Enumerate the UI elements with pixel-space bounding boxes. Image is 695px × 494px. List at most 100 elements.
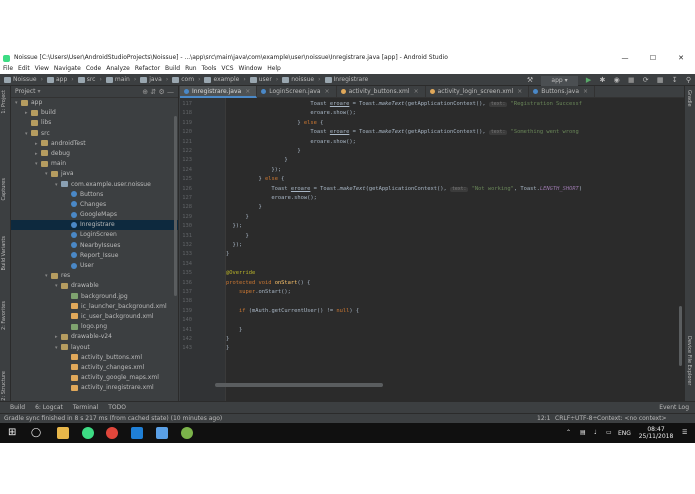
code-line[interactable]: super.onStart(); <box>226 288 676 297</box>
tree-item[interactable]: activity_changes.xml <box>11 363 178 373</box>
tree-item[interactable]: NearbyIssues <box>11 241 178 251</box>
code-line[interactable]: } <box>226 147 676 156</box>
code-line[interactable]: } else { <box>226 175 676 184</box>
menu-navigate[interactable]: Navigate <box>54 65 81 72</box>
code-line[interactable]: Toast eroare = Toast.makeText(getApplica… <box>226 128 676 137</box>
profile-icon[interactable]: ◉ <box>614 74 620 86</box>
hammer-icon[interactable]: ⚒ <box>527 74 533 86</box>
windows-start-icon[interactable]: ⊞ <box>8 427 20 439</box>
code-line[interactable]: } <box>226 232 676 241</box>
close-tab-icon[interactable]: × <box>517 88 522 95</box>
menu-vcs[interactable]: VCS <box>221 65 233 72</box>
editor-tab[interactable]: activity_buttons.xml × <box>337 86 426 98</box>
tree-item[interactable]: Inregistrare <box>11 220 178 231</box>
tree-item[interactable]: ▾ src <box>11 129 178 139</box>
menu-code[interactable]: Code <box>86 65 101 72</box>
tree-item[interactable]: ic_user_background.xml <box>11 312 178 322</box>
network-icon[interactable]: ▤ <box>580 429 586 436</box>
tree-item[interactable]: activity_buttons.xml <box>11 353 178 363</box>
tree-item[interactable]: Report_Issue <box>11 251 178 261</box>
close-tab-icon[interactable]: × <box>245 88 250 95</box>
tree-item[interactable]: ▾ com.example.user.noissue <box>11 180 178 190</box>
code-area[interactable]: Toast eroare = Toast.makeText(getApplica… <box>226 98 676 423</box>
code-line[interactable]: Toast eroare = Toast.makeText(getApplica… <box>226 185 676 194</box>
tree-scrollbar[interactable] <box>174 116 177 296</box>
editor-tab[interactable]: LoginScreen.java × <box>257 86 337 98</box>
code-line[interactable]: } <box>226 213 676 222</box>
tree-item[interactable]: ▸ debug <box>11 149 178 159</box>
tree-item[interactable]: Changes <box>11 200 178 210</box>
editor-tab[interactable]: Buttons.java × <box>529 86 596 98</box>
tree-item[interactable]: logo.png <box>11 322 178 332</box>
code-line[interactable]: eroare.show(); <box>226 194 676 203</box>
code-line[interactable] <box>226 316 676 325</box>
tool-tab-1-project[interactable]: 1: Project <box>1 90 7 114</box>
stop-icon[interactable]: ■ <box>628 74 635 86</box>
tree-item[interactable]: ▾ res <box>11 271 178 281</box>
tree-item[interactable]: ▾ drawable <box>11 281 178 291</box>
close-tab-icon[interactable]: × <box>414 88 419 95</box>
editor-tab[interactable]: Inregistrare.java × <box>180 86 258 98</box>
code-line[interactable]: } <box>226 326 676 335</box>
code-line[interactable] <box>226 260 676 269</box>
code-line[interactable]: } <box>226 344 676 353</box>
menu-build[interactable]: Build <box>165 65 180 72</box>
tool-tab-2-structure[interactable]: 2: Structure <box>1 371 7 401</box>
code-line[interactable]: } <box>226 335 676 344</box>
avd-manager-icon[interactable]: ▦ <box>657 74 664 86</box>
minimize-button[interactable]: — <box>611 52 639 64</box>
code-line[interactable]: if (mAuth.getCurrentUser() != null) { <box>226 307 676 316</box>
language-indicator[interactable]: ENG <box>618 430 631 437</box>
tree-item[interactable]: activity_inregistrare.xml <box>11 383 178 393</box>
tree-item[interactable]: ▾ main <box>11 159 178 169</box>
breadcrumb-item[interactable]: com › <box>172 74 200 86</box>
tree-item[interactable]: Buttons <box>11 190 178 200</box>
tree-item[interactable]: ic_launcher_background.xml <box>11 302 178 312</box>
code-line[interactable]: }); <box>226 241 676 250</box>
battery-icon[interactable]: ▭ <box>606 429 612 436</box>
tool-tab-gradle[interactable]: Gradle <box>686 90 692 107</box>
code-line[interactable]: Toast eroare = Toast.makeText(getApplica… <box>226 100 676 109</box>
tree-item[interactable]: ▾ app <box>11 98 178 108</box>
breadcrumb-item[interactable]: noissue › <box>282 74 321 86</box>
tree-item[interactable]: LoginScreen <box>11 230 178 240</box>
tool-tab-build-variants[interactable]: Build Variants <box>1 236 7 270</box>
breadcrumb-item[interactable]: Noissue › <box>4 74 43 86</box>
run-config-select[interactable]: app ▾ <box>541 76 578 86</box>
breadcrumb-item[interactable]: Inregistrare <box>324 74 368 86</box>
maximize-button[interactable]: ☐ <box>639 52 667 64</box>
code-line[interactable]: protected void onStart() { <box>226 279 676 288</box>
chrome-icon[interactable] <box>106 427 118 439</box>
scroll-from-source-icon[interactable]: ⊕ <box>142 88 148 96</box>
menu-file[interactable]: File <box>3 65 13 72</box>
notifications-icon[interactable]: ☰ <box>682 429 687 436</box>
code-line[interactable]: } else { <box>226 119 676 128</box>
code-line[interactable]: } <box>226 156 676 165</box>
code-line[interactable]: eroare.show(); <box>226 138 676 147</box>
menu-refactor[interactable]: Refactor <box>135 65 160 72</box>
hide-icon[interactable]: — <box>167 88 174 96</box>
project-view-select[interactable]: Project <box>15 88 36 95</box>
tree-item[interactable]: background.jpg <box>11 292 178 302</box>
search-icon[interactable]: ⚲ <box>686 74 691 86</box>
code-line[interactable]: }); <box>226 222 676 231</box>
breadcrumb-item[interactable]: example › <box>204 74 246 86</box>
code-line[interactable]: }); <box>226 166 676 175</box>
clock[interactable]: 08:47 25/11/2018 <box>636 426 676 440</box>
tree-item[interactable]: libs <box>11 118 178 128</box>
editor-tab[interactable]: activity_login_screen.xml × <box>426 86 530 98</box>
menu-analyze[interactable]: Analyze <box>106 65 130 72</box>
menu-run[interactable]: Run <box>185 65 197 72</box>
search-circle-icon[interactable]: ◯ <box>31 427 43 439</box>
tool-tab-device-file-explorer[interactable]: Device File Explorer <box>686 336 692 385</box>
menu-window[interactable]: Window <box>239 65 263 72</box>
tool-tab-captures[interactable]: Captures <box>1 178 7 201</box>
collapse-icon[interactable]: ⇵ <box>150 88 156 96</box>
tree-item[interactable]: GoogleMaps <box>11 210 178 220</box>
breadcrumb-item[interactable]: java › <box>140 74 168 86</box>
breadcrumb-item[interactable]: app › <box>46 74 74 86</box>
file-explorer-icon[interactable] <box>57 427 69 439</box>
breadcrumb-item[interactable]: main › <box>105 74 136 86</box>
tree-item[interactable]: ▾ layout <box>11 343 178 353</box>
tray-chevron-icon[interactable]: ⌃ <box>566 429 571 436</box>
